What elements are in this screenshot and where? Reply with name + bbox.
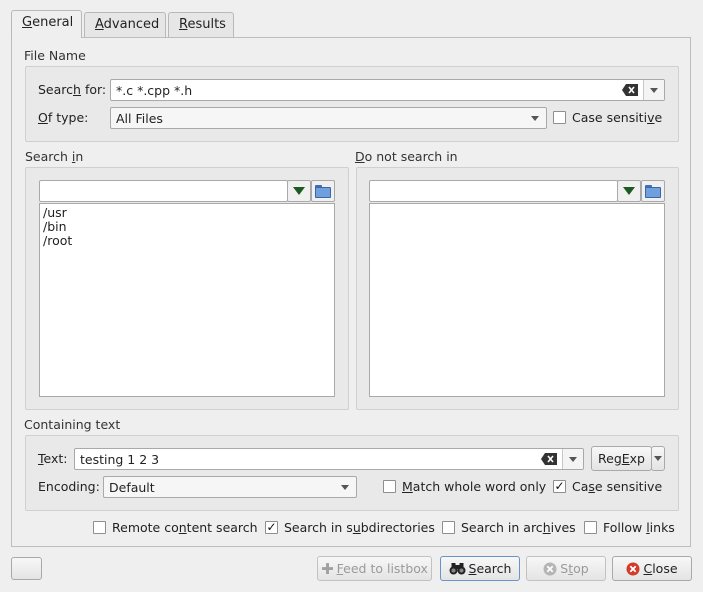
file-name-group: [25, 66, 679, 142]
binoculars-icon: [449, 563, 466, 575]
encoding-select[interactable]: Default: [103, 476, 357, 498]
search-in-subdirectories-checkbox[interactable]: ✓: [265, 521, 278, 534]
do-not-search-in-path-input[interactable]: [369, 180, 618, 202]
dropdown-arrow-icon: [623, 187, 635, 195]
chevron-down-icon: [654, 456, 662, 461]
do-not-search-in-title: Do not search in: [355, 149, 458, 164]
case-sensitive-text-checkbox[interactable]: ✓: [553, 480, 566, 493]
do-not-search-in-browse-button[interactable]: [641, 180, 665, 202]
containing-text-dropdown-button[interactable]: [562, 449, 583, 469]
folder-icon: [315, 184, 331, 198]
stop-icon: [543, 562, 557, 575]
plus-icon: ✚: [321, 559, 334, 578]
clear-text-icon[interactable]: [541, 453, 557, 465]
follow-links-checkbox[interactable]: [584, 521, 597, 534]
encoding-label: Encoding:: [38, 479, 100, 494]
feed-to-listbox-button[interactable]: ✚ Feed to listbox: [317, 556, 432, 581]
search-in-archives-checkbox[interactable]: [442, 521, 455, 534]
list-item[interactable]: /root: [43, 234, 331, 248]
search-in-title: Search in: [25, 149, 84, 164]
search-for-input[interactable]: *.c *.cpp *.h: [110, 79, 665, 101]
search-button[interactable]: Search: [440, 556, 520, 581]
chevron-down-icon: [341, 485, 349, 490]
match-whole-word-label[interactable]: Match whole word only: [402, 479, 546, 494]
list-item[interactable]: /usr: [43, 206, 331, 220]
of-type-label: Of type:: [38, 110, 89, 125]
folder-icon: [645, 184, 661, 198]
list-item[interactable]: /bin: [43, 220, 331, 234]
case-sensitive-filename-checkbox[interactable]: [553, 111, 566, 124]
profile-button[interactable]: [11, 557, 42, 580]
containing-text-group: [25, 435, 679, 511]
do-not-search-in-list[interactable]: [369, 203, 665, 397]
chevron-down-icon: [650, 87, 658, 93]
tab-results[interactable]: Results: [168, 12, 234, 37]
close-button[interactable]: Close: [612, 556, 692, 581]
of-type-select[interactable]: All Files: [110, 107, 547, 129]
search-in-history-button[interactable]: [287, 180, 311, 202]
containing-text-title: Containing text: [24, 417, 121, 432]
match-whole-word-checkbox[interactable]: [383, 480, 396, 493]
case-sensitive-text-label[interactable]: Case sensitive: [572, 479, 662, 494]
file-name-group-title: File Name: [24, 48, 86, 63]
close-icon: [626, 562, 640, 575]
search-in-browse-button[interactable]: [311, 180, 335, 202]
remote-content-search-checkbox[interactable]: [93, 521, 106, 534]
remote-content-search-label[interactable]: Remote content search: [112, 520, 258, 535]
chevron-down-icon: [569, 456, 577, 462]
chevron-down-icon: [531, 116, 539, 121]
follow-links-label[interactable]: Follow links: [603, 520, 675, 535]
search-in-path-input[interactable]: [39, 180, 288, 202]
search-for-dropdown-button[interactable]: [643, 80, 664, 100]
regexp-button[interactable]: RegExp: [591, 446, 652, 471]
search-for-label: Search for:: [38, 82, 107, 97]
stop-button[interactable]: Stop: [526, 556, 606, 581]
containing-text-input[interactable]: testing 1 2 3: [74, 448, 584, 470]
search-in-subdirectories-label[interactable]: Search in subdirectories: [284, 520, 435, 535]
regexp-menu-button[interactable]: [651, 446, 665, 471]
tab-general[interactable]: General: [11, 10, 82, 38]
tab-advanced[interactable]: Advanced: [84, 12, 166, 37]
search-in-archives-label[interactable]: Search in archives: [461, 520, 576, 535]
clear-text-icon[interactable]: [622, 84, 638, 96]
case-sensitive-filename-label[interactable]: Case sensitive: [572, 110, 662, 125]
dropdown-arrow-icon: [293, 187, 305, 195]
do-not-search-in-history-button[interactable]: [617, 180, 641, 202]
search-in-list[interactable]: /usr /bin /root: [39, 203, 335, 397]
text-label: Text:: [38, 451, 68, 466]
